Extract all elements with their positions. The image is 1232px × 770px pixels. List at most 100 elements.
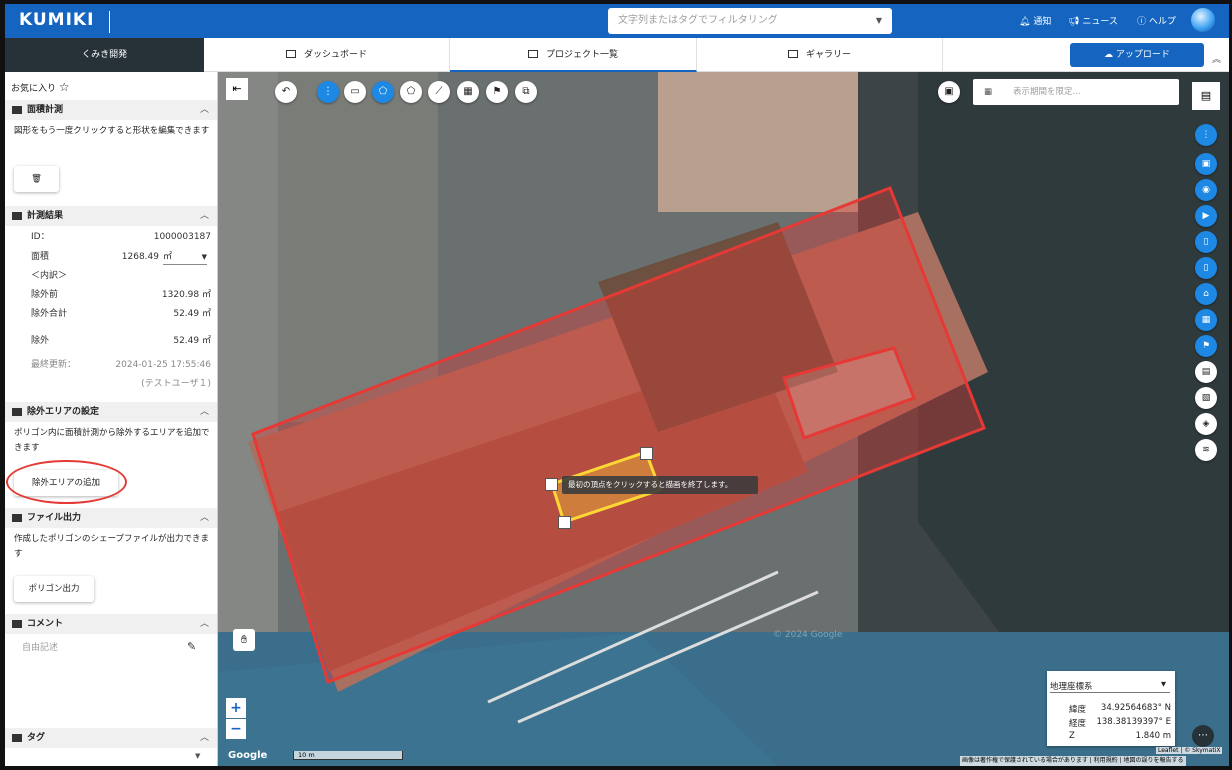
measurement-overlay	[251, 186, 986, 684]
flag-icon[interactable]: ⚑	[1195, 335, 1217, 357]
coord-system-select[interactable]: 地理座標系 ▼	[1050, 680, 1170, 693]
basemap-icon[interactable]: ▤	[1192, 82, 1220, 110]
more-vertical-icon[interactable]: ⋮	[1195, 124, 1217, 146]
total-row: 除外合計 52.49 ㎡	[31, 309, 211, 319]
search-placeholder: 文字列またはタグでフィルタリング	[618, 15, 778, 26]
updated-user-row: (テストユーザ１)	[141, 379, 211, 389]
more-icon[interactable]: ⋮	[317, 81, 339, 103]
screen-icon[interactable]: ▣	[938, 81, 960, 103]
tag-dropdown-icon[interactable]: ▼	[195, 752, 200, 760]
frame-icon[interactable]: ▣	[1195, 153, 1217, 175]
delete-button[interactable]: 🗑︎	[14, 166, 59, 192]
lon-label: 経度	[1069, 719, 1087, 729]
polygon-tool-icon[interactable]: ⬠	[372, 81, 394, 103]
megaphone-icon: 📢︎	[1068, 17, 1080, 27]
file-icon[interactable]: ▯	[1195, 257, 1217, 279]
lat-label: 緯度	[1069, 705, 1087, 715]
ruler-icon	[12, 106, 22, 114]
hand-pan-icon[interactable]: ✋︎	[233, 629, 255, 651]
polygon-vertex-handle[interactable]	[558, 516, 571, 529]
highlight-circle	[6, 460, 127, 504]
main-tab-bar: くみき開発 ダッシュボード プロジェクト一覧 ギャラリー ☁ アップロード ︽	[5, 38, 1229, 72]
help-link[interactable]: ⓘ ヘルプ	[1137, 14, 1176, 27]
exclusion-row: 除外 52.49 ㎡	[31, 336, 211, 346]
area-description: 図形をもう一度クリックすると形状を編集できます	[14, 126, 210, 136]
cube-list-icon[interactable]: ▧	[1195, 387, 1217, 409]
chevron-up-icon: ︿	[199, 105, 209, 115]
attribution[interactable]: Leaflet | © SkymatiX	[1156, 747, 1223, 754]
unit-select[interactable]: ㎡ ▼	[163, 250, 207, 265]
polygon-vertex-handle[interactable]	[640, 447, 653, 460]
report-link[interactable]: 地図の誤りを報告する	[1124, 757, 1184, 764]
cloud-upload-icon: ☁	[1104, 50, 1114, 60]
app-logo[interactable]: KUMIKI	[19, 10, 94, 30]
tab-project-list[interactable]: プロジェクト一覧	[450, 38, 697, 72]
polygon-export-button[interactable]: ポリゴン出力	[14, 576, 94, 602]
area-polygon	[251, 186, 986, 684]
z-value: 1.840 m	[1135, 731, 1171, 741]
file-description: 作成したポリゴンのシェープファイルが出力できます	[14, 534, 209, 559]
result-section-header[interactable]: 計測結果 ︿	[5, 206, 217, 226]
pentagon-tool-icon[interactable]: ⬠	[400, 81, 422, 103]
lon-value: 138.38139397° E	[1096, 717, 1171, 727]
org-selector[interactable]: くみき開発	[5, 38, 204, 72]
ruler-icon	[12, 408, 22, 416]
zoom-in-button[interactable]: +	[226, 698, 246, 718]
favorite-toggle[interactable]: お気に入り ☆	[11, 80, 70, 94]
tab-gallery[interactable]: ギャラリー	[697, 38, 943, 72]
exclusion-section-header[interactable]: 除外エリアの設定 ︿	[5, 402, 217, 422]
logo-divider	[109, 11, 110, 33]
news-link[interactable]: 📢︎ ニュース	[1068, 14, 1118, 27]
tab-dashboard[interactable]: ダッシュボード	[204, 38, 450, 72]
copy-tool-icon[interactable]: ⧉	[515, 81, 537, 103]
save-icon[interactable]: ▤	[1195, 361, 1217, 383]
undo-icon[interactable]: ↶	[275, 81, 297, 103]
collapse-header-icon[interactable]: ︽	[1212, 52, 1221, 65]
draw-tooltip: 最初の頂点をクリックすると描画を終了します。	[562, 476, 758, 494]
user-avatar[interactable]	[1191, 8, 1215, 32]
map-footer: 画像は著作権で保護されている場合があります | 利用規約 | 地図の誤りを報告す…	[960, 756, 1186, 766]
ruler-tool-icon[interactable]: ▭	[344, 81, 366, 103]
pencil-icon[interactable]: ✎	[187, 640, 196, 653]
tablet-icon[interactable]: ▯	[1195, 231, 1217, 253]
grid-icon[interactable]: ▦	[1195, 309, 1217, 331]
flag-tool-icon[interactable]: ⚑	[486, 81, 508, 103]
top-header: KUMIKI 文字列またはタグでフィルタリング ▼ 🔔︎ 通知 📢︎ ニュース …	[5, 4, 1229, 38]
zoom-out-button[interactable]: −	[226, 719, 246, 739]
google-logo: Google	[228, 750, 268, 761]
tag-section-header[interactable]: タグ ︿	[5, 728, 217, 748]
area-section-header[interactable]: 面積計測 ︿	[5, 100, 217, 120]
exclusion-description: ポリゴン内に面積計測から除外するエリアを追加できます	[14, 428, 210, 453]
comment-section-header[interactable]: コメント ︿	[5, 614, 217, 634]
video-icon[interactable]: ▶	[1195, 205, 1217, 227]
document-icon	[12, 514, 22, 522]
date-range-input[interactable]: ▦ 表示期間を限定...	[973, 79, 1179, 105]
chevron-up-icon: ︿	[199, 513, 209, 523]
comment-textarea[interactable]: 自由記述	[14, 636, 204, 696]
cube-icon[interactable]: ◈	[1195, 413, 1217, 435]
map-watermark: © 2024 Google	[773, 630, 843, 640]
search-filter-input[interactable]: 文字列またはタグでフィルタリング ▼	[608, 8, 892, 34]
camera-icon[interactable]: ◉	[1195, 179, 1217, 201]
left-sidebar: お気に入り ☆ 面積計測 ︿ 図形をもう一度クリックすると形状を編集できます 🗑︎…	[5, 72, 218, 766]
monitor-icon	[285, 50, 296, 58]
grid-icon	[787, 50, 798, 58]
terms-link[interactable]: 利用規約	[1094, 757, 1118, 764]
comment-icon	[12, 620, 22, 628]
tile-tool-icon[interactable]: ▦	[457, 81, 479, 103]
more-horizontal-icon[interactable]: ⋯	[1192, 725, 1214, 747]
notifications-link[interactable]: 🔔︎ 通知	[1019, 14, 1051, 27]
folder-icon	[527, 50, 538, 58]
coordinate-panel: 地理座標系 ▼ 緯度 34.92564683° N 経度 138.38139397…	[1047, 671, 1175, 746]
stamp-icon[interactable]: ⌂	[1195, 283, 1217, 305]
collapse-sidebar-icon[interactable]: ⇤	[226, 78, 248, 100]
app-window: KUMIKI 文字列またはタグでフィルタリング ▼ 🔔︎ 通知 📢︎ ニュース …	[5, 4, 1229, 766]
map-view[interactable]: 最初の頂点をクリックすると描画を終了します。 ⇤ ↶ ⋮ ▭ ⬠ ⬠ ⟋ ▦ ⚑…	[218, 72, 1229, 766]
polyline-tool-icon[interactable]: ⟋	[428, 81, 450, 103]
chevron-down-icon[interactable]: ▼	[876, 8, 882, 34]
polygon-vertex-handle[interactable]	[545, 478, 558, 491]
file-section-header[interactable]: ファイル出力 ︿	[5, 508, 217, 528]
layers-icon[interactable]: ≋	[1195, 439, 1217, 461]
z-label: Z	[1069, 731, 1075, 741]
upload-button[interactable]: ☁ アップロード	[1070, 43, 1204, 67]
